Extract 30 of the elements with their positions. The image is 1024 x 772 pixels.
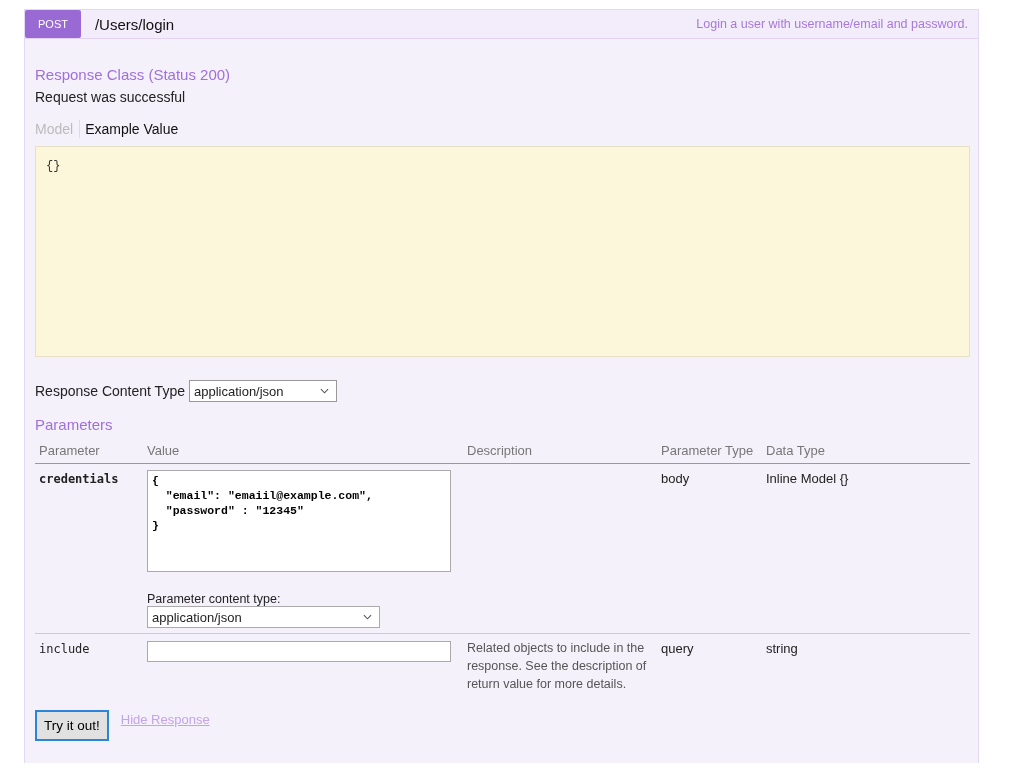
parameter-type: query — [661, 641, 694, 656]
body-input-field[interactable]: { "email": "emaiil@example.com", "password" : "12345" } — [147, 470, 451, 572]
signature-tab[interactable]: Example Value — [79, 120, 185, 138]
caret-icon — [319, 388, 329, 394]
column-header: Data Type — [762, 437, 970, 464]
try-it-out-button[interactable]: Try it out! — [35, 710, 109, 741]
column-header: Parameter — [35, 437, 143, 464]
column-header: Value — [143, 437, 463, 464]
example-value-field[interactable]: {} — [35, 146, 970, 357]
response-description: Request was successful — [35, 88, 187, 106]
caret-icon — [363, 614, 372, 620]
parameter-name: credentials — [39, 472, 119, 486]
content-type-select[interactable]: application/json — [188, 380, 337, 402]
method-badge: POST — [25, 10, 81, 38]
section-heading: Parameters — [35, 415, 114, 435]
operation-summary: Login a user with username/email and password. — [696, 17, 968, 31]
data-type: Inline Model {} — [766, 471, 849, 486]
content-type-label: Response Content Type — [35, 383, 185, 399]
column-header: Parameter Type — [657, 437, 762, 464]
content-type-select[interactable]: application/json — [147, 606, 380, 628]
data-type: string — [766, 641, 798, 656]
parameter-name: include — [39, 642, 90, 656]
parameter-description: Related objects to include in the response. See the description of return value for more details. — [467, 640, 648, 693]
section-heading: Response Class (Status 200) — [35, 65, 232, 85]
parameter-input-field[interactable] — [147, 641, 451, 662]
parameter-type: body — [661, 471, 690, 486]
operation-path: /Users/login — [94, 15, 175, 33]
content-type-label: Parameter content type: — [147, 592, 282, 606]
operation-header[interactable]: POST /Users/login Login a user with username/email and password. — [25, 10, 978, 39]
column-header: Description — [463, 437, 657, 464]
